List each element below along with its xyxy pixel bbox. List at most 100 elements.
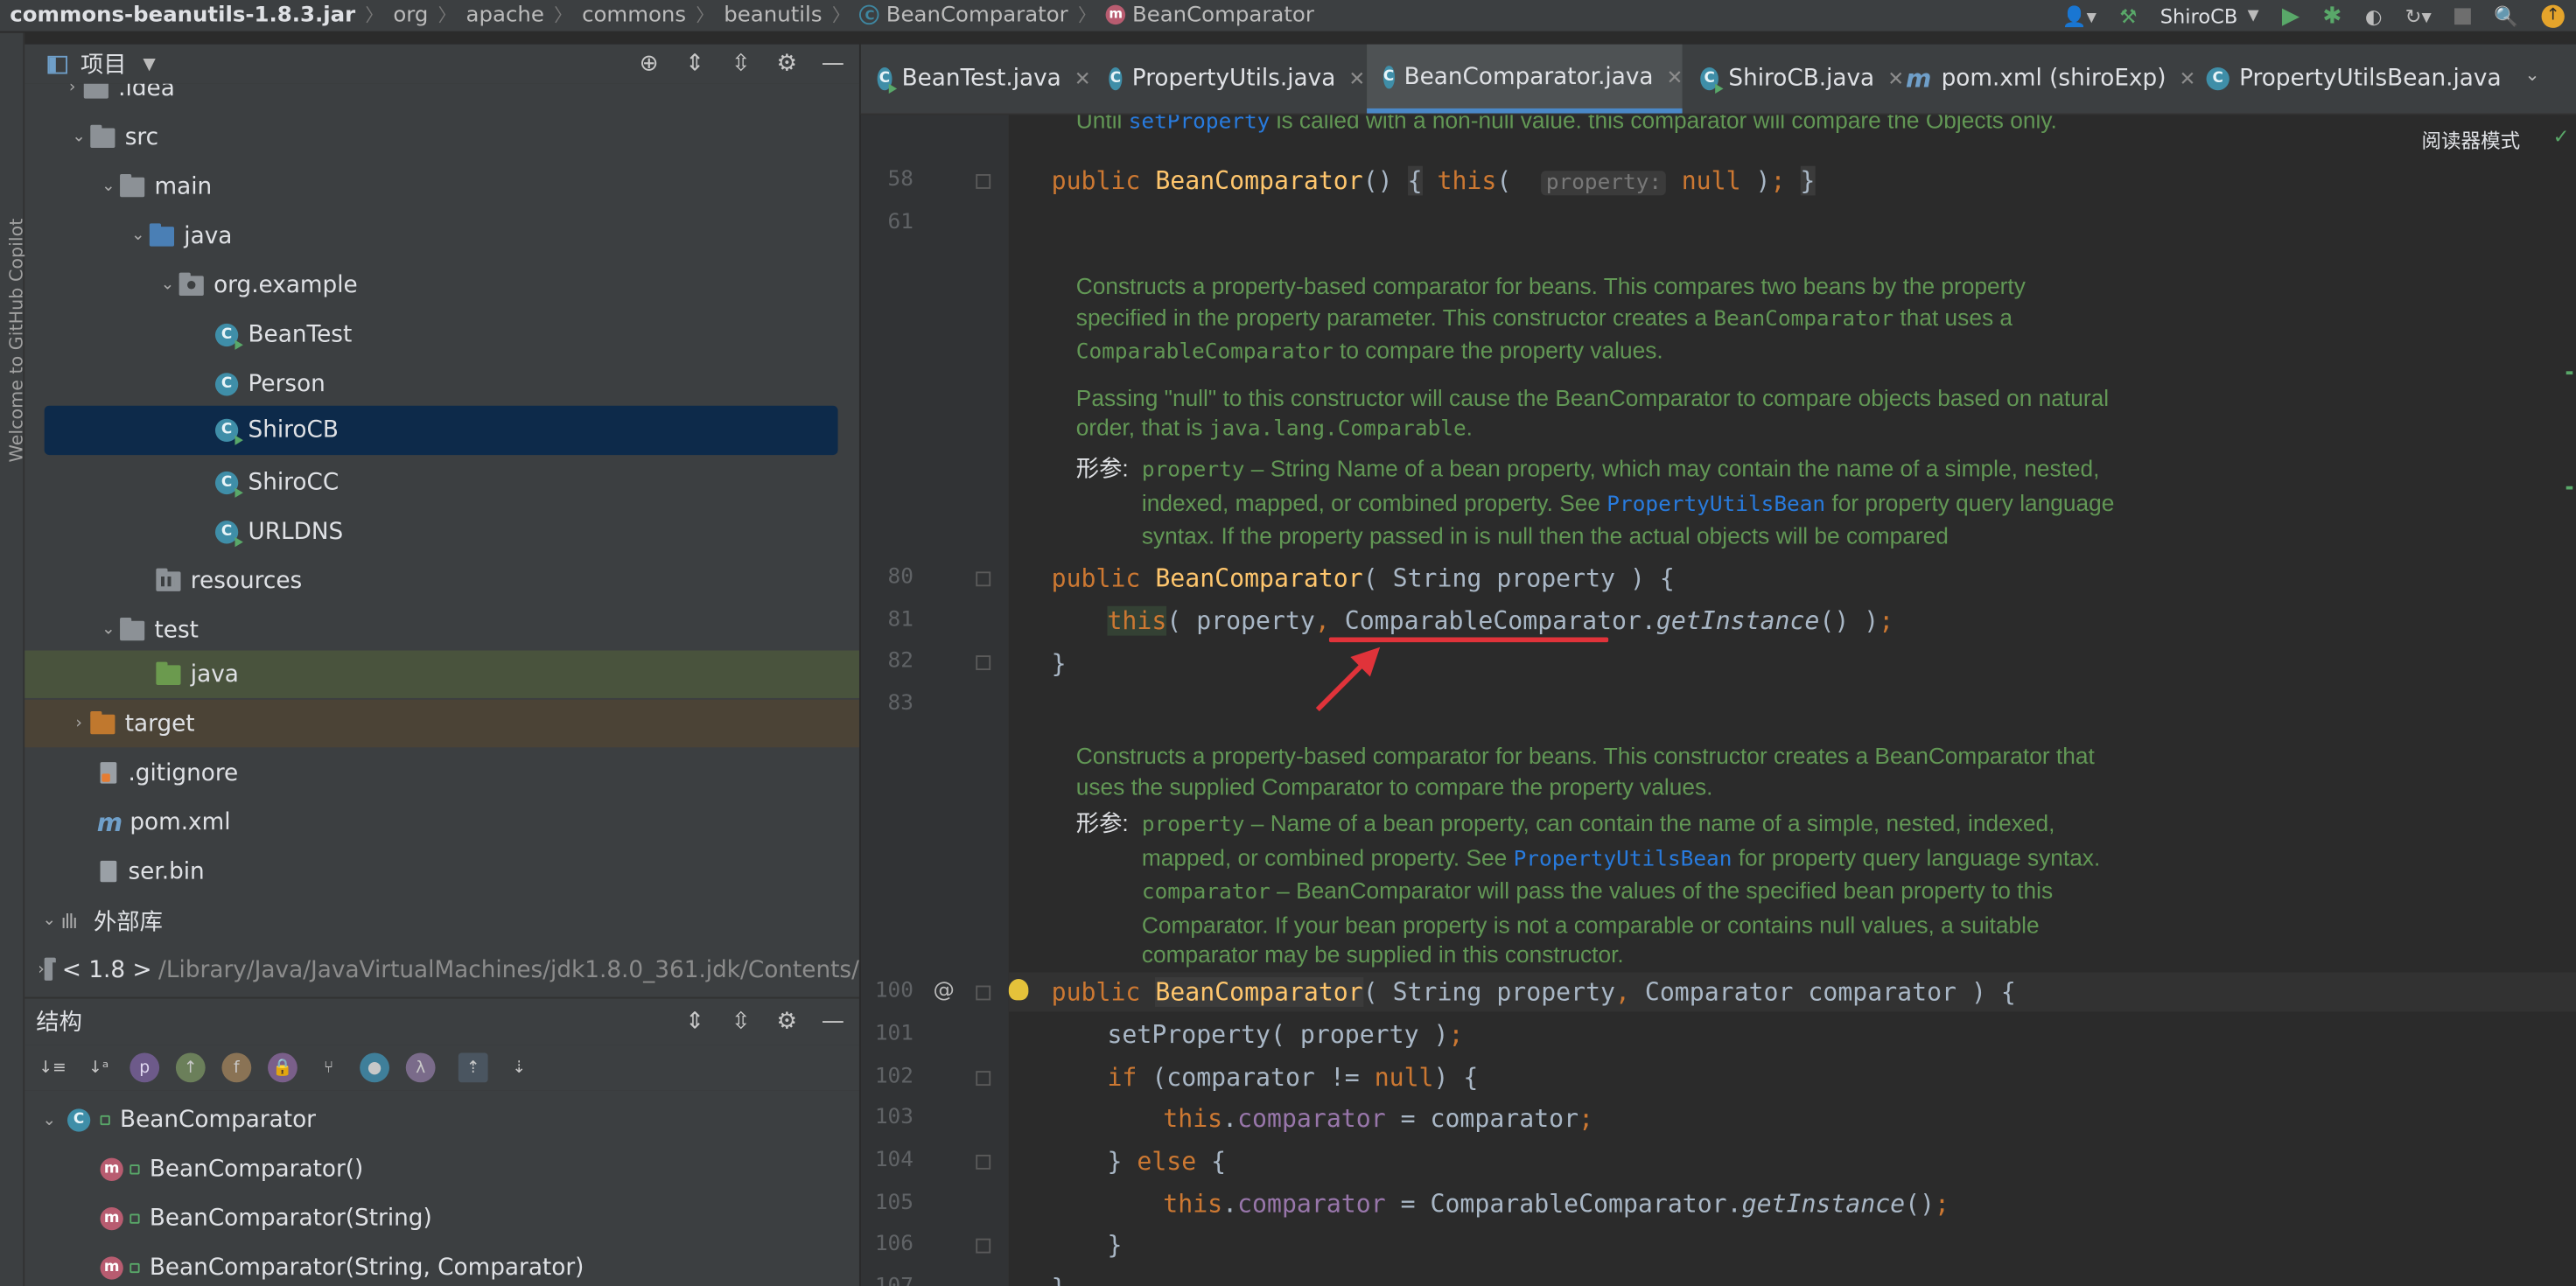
- close-icon[interactable]: ✕: [1074, 67, 1091, 90]
- breadcrumb-class[interactable]: C BeanComparator: [859, 3, 1068, 27]
- tree-item-package[interactable]: ⌄ org.example: [24, 262, 859, 309]
- chevron-down-icon[interactable]: ⌄: [97, 621, 120, 640]
- tab-beantest[interactable]: C BeanTest.java ✕: [861, 45, 1091, 114]
- breadcrumb-commons[interactable]: commons: [582, 3, 686, 27]
- hide-icon[interactable]: —: [816, 47, 850, 80]
- gear-icon[interactable]: ⚙: [771, 47, 804, 80]
- tree-item-test[interactable]: ⌄ test: [24, 606, 859, 653]
- class-reference[interactable]: ComparableComparator: [1345, 606, 1642, 636]
- show-fields-icon[interactable]: f: [221, 1052, 252, 1083]
- chevron-down-icon[interactable]: ⌄: [67, 128, 90, 146]
- fold-marker[interactable]: [976, 655, 991, 671]
- tree-item-main[interactable]: ⌄ main: [24, 163, 859, 210]
- chevron-down-icon[interactable]: ⌄: [38, 912, 60, 930]
- tree-item-idea[interactable]: › .idea: [24, 83, 859, 112]
- tree-item-test-java[interactable]: java: [24, 650, 859, 698]
- reader-mode-button[interactable]: 阅读器模式: [2421, 127, 2520, 155]
- close-icon[interactable]: ✕: [1667, 65, 1684, 87]
- tab-propertyutils[interactable]: C PropertyUtils.java ✕: [1093, 45, 1365, 114]
- class-reference[interactable]: ComparableComparator: [1431, 1189, 1727, 1219]
- expand-all-icon[interactable]: ⇕: [678, 1005, 711, 1038]
- tree-item-resources[interactable]: resources: [24, 556, 859, 604]
- stop-icon[interactable]: [2454, 7, 2471, 24]
- expand-all-icon[interactable]: ⇕: [678, 47, 711, 80]
- tree-item-target[interactable]: › target: [24, 699, 859, 748]
- tree-item-java[interactable]: ⌄ java: [24, 212, 859, 259]
- show-anonymous-icon[interactable]: ⑂: [314, 1053, 344, 1083]
- collapse-all-icon[interactable]: ⇳: [724, 1005, 758, 1038]
- show-properties-icon[interactable]: p: [130, 1052, 160, 1083]
- close-icon[interactable]: ✕: [1348, 67, 1365, 90]
- breadcrumb-jar[interactable]: commons-beanutils-1.8.3.jar: [10, 3, 355, 27]
- doc-link-propertyutilsbean[interactable]: PropertyUtilsBean: [1606, 492, 1825, 516]
- gear-icon[interactable]: ⚙: [771, 1005, 804, 1038]
- tree-item-urldns[interactable]: C URLDNS: [24, 507, 859, 555]
- autoscroll-from-source-icon[interactable]: ⇣: [504, 1053, 534, 1083]
- collapse-all-icon[interactable]: ⇳: [724, 47, 758, 80]
- structure-item-ctor0[interactable]: m BeanComparator(): [24, 1145, 859, 1194]
- project-view-selector[interactable]: 项目 ▼: [47, 47, 156, 80]
- tab-beancomparator[interactable]: C BeanComparator.java ✕: [1367, 44, 1684, 114]
- tree-item-shirocc[interactable]: C ShiroCC: [24, 458, 859, 506]
- breadcrumb-org[interactable]: org: [393, 3, 428, 27]
- chevron-down-icon[interactable]: ⌄: [156, 276, 178, 294]
- chevron-down-icon[interactable]: ⌄: [97, 178, 120, 196]
- sort-by-type-icon[interactable]: ↓≡: [38, 1053, 67, 1083]
- tree-item-external-libs[interactable]: ⌄ ıllı 外部库: [24, 897, 859, 944]
- autoscroll-to-source-icon[interactable]: ⇡: [458, 1052, 488, 1083]
- locate-icon[interactable]: ⊕: [633, 47, 666, 80]
- tab-shirocb[interactable]: C ShiroCB.java ✕: [1684, 45, 1904, 114]
- tree-item-pom[interactable]: m pom.xml: [24, 798, 859, 845]
- chevron-down-icon[interactable]: ⌄: [127, 227, 150, 245]
- lightbulb-icon[interactable]: [1008, 979, 1029, 1001]
- tree-item-person[interactable]: C Person: [24, 360, 859, 407]
- chevron-right-icon[interactable]: ›: [38, 961, 45, 979]
- structure-item-class[interactable]: ⌄ C BeanComparator: [24, 1095, 859, 1144]
- doc-link-setproperty[interactable]: setProperty: [1129, 115, 1270, 135]
- tab-pom[interactable]: m pom.xml (shiroExp) ✕: [1906, 45, 2195, 114]
- chevron-down-icon[interactable]: ⌄: [2524, 64, 2539, 85]
- breadcrumb-beanutils[interactable]: beanutils: [724, 3, 822, 27]
- fold-marker[interactable]: [976, 985, 991, 1001]
- error-stripe-mark[interactable]: [2566, 486, 2573, 490]
- tree-item-jdk[interactable]: › < 1.8 >/Library/Java/JavaVirtualMachine…: [24, 946, 859, 993]
- chevron-right-icon[interactable]: ›: [60, 84, 83, 97]
- user-icon[interactable]: 👤▾: [2062, 4, 2096, 27]
- structure-item-ctor2[interactable]: m BeanComparator(String, Comparator): [24, 1243, 859, 1286]
- show-inherited-members-icon[interactable]: ●: [360, 1052, 389, 1083]
- update-icon[interactable]: ↑: [2541, 3, 2565, 27]
- close-icon[interactable]: ✕: [1887, 67, 1904, 90]
- tree-item-shirocb[interactable]: C ShiroCB: [44, 405, 838, 456]
- fold-marker[interactable]: [976, 1071, 991, 1087]
- show-inherited-icon[interactable]: ↑: [175, 1052, 206, 1083]
- overridden-method-icon[interactable]: @: [933, 979, 954, 1003]
- breadcrumb-method[interactable]: m BeanComparator: [1105, 3, 1314, 27]
- sort-alphabetically-icon[interactable]: ↓ᵃ: [84, 1053, 114, 1083]
- structure-item-ctor1[interactable]: m BeanComparator(String): [24, 1194, 859, 1243]
- show-lambdas-icon[interactable]: λ: [405, 1052, 436, 1083]
- debug-icon[interactable]: ✱: [2322, 3, 2342, 29]
- profile-icon[interactable]: ↻▾: [2405, 4, 2432, 27]
- chevron-down-icon[interactable]: ⌄: [38, 1111, 60, 1129]
- doc-link-propertyutilsbean[interactable]: PropertyUtilsBean: [1514, 847, 1732, 871]
- run-config-selector[interactable]: ShiroCB ▼: [2160, 4, 2259, 27]
- error-stripe-mark[interactable]: [2566, 371, 2573, 375]
- breadcrumb-apache[interactable]: apache: [466, 3, 544, 27]
- tree-item-src[interactable]: ⌄ src: [24, 114, 859, 161]
- build-hammer-icon[interactable]: ⚒: [2119, 4, 2137, 27]
- run-icon[interactable]: ▶: [2282, 3, 2300, 29]
- chevron-right-icon[interactable]: ›: [67, 715, 90, 733]
- show-non-public-icon[interactable]: 🔒: [268, 1052, 298, 1083]
- hide-icon[interactable]: —: [816, 1005, 850, 1038]
- fold-marker[interactable]: [976, 1238, 991, 1254]
- tree-item-beantest[interactable]: C BeanTest: [24, 311, 859, 358]
- fold-marker[interactable]: [976, 1154, 991, 1170]
- fold-marker[interactable]: [976, 571, 991, 587]
- code-editor[interactable]: 阅读器模式 ✓ 58 61 80 81 82 83 100 101 102 10…: [860, 115, 2576, 1286]
- tree-item-gitignore[interactable]: .gitignore: [24, 749, 859, 796]
- tab-propertyutilsbean[interactable]: C PropertyUtilsBean.java: [2190, 45, 2502, 114]
- tree-item-serbin[interactable]: ser.bin: [24, 848, 859, 895]
- coverage-icon[interactable]: ◐: [2365, 4, 2383, 27]
- search-icon[interactable]: 🔍: [2494, 4, 2518, 27]
- fold-marker[interactable]: [976, 174, 991, 189]
